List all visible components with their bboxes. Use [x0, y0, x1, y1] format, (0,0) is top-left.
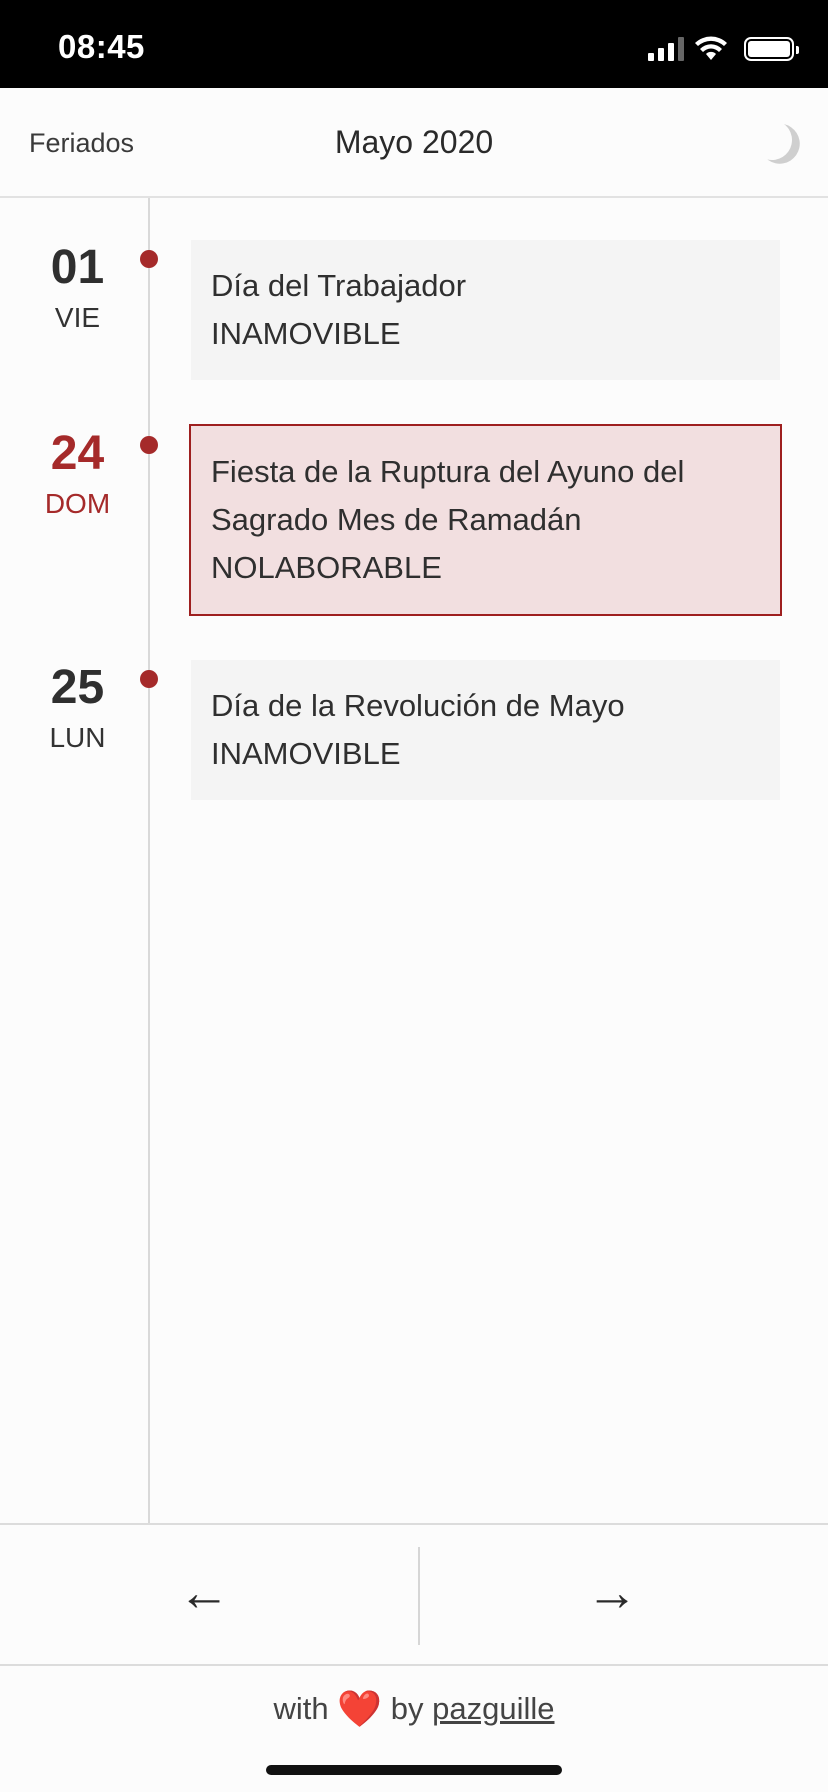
holiday-card-3[interactable]: Día de la Revolución de Mayo INAMOVIBLE	[191, 660, 780, 800]
status-time: 08:45	[58, 28, 145, 65]
timeline-dot	[140, 670, 158, 688]
heart-icon: ❤️	[337, 1688, 383, 1729]
month-navigation: ← →	[0, 1523, 828, 1666]
status-icons	[648, 36, 799, 62]
holiday-type: INAMOVIBLE	[211, 736, 401, 771]
holiday-date-2: 24 DOM	[0, 430, 155, 520]
holiday-type: NOLABORABLE	[211, 550, 442, 585]
previous-month-button[interactable]: ←	[178, 1563, 230, 1623]
holiday-name: Fiesta de la Ruptura del Ayuno del Sagra…	[211, 454, 685, 537]
footer-credit: with ❤️ by pazguille	[0, 1688, 828, 1730]
credit-with: with	[273, 1691, 329, 1726]
weekday-label: LUN	[49, 722, 106, 753]
holiday-name: Día de la Revolución de Mayo	[211, 688, 625, 723]
holiday-card-2[interactable]: Fiesta de la Ruptura del Ayuno del Sagra…	[189, 424, 782, 616]
weekday-label: VIE	[54, 302, 101, 333]
author-link[interactable]: pazguille	[432, 1691, 554, 1726]
battery-icon	[744, 37, 799, 61]
credit-by: by	[390, 1691, 424, 1726]
app-header: Feriados Mayo 2020	[0, 88, 828, 198]
weekday-label: DOM	[44, 488, 111, 519]
day-number: 01	[50, 241, 105, 294]
home-indicator[interactable]	[266, 1765, 562, 1775]
day-number: 24	[50, 427, 105, 480]
timeline-line	[148, 198, 150, 1523]
day-number: 25	[50, 661, 105, 714]
holiday-date-3: 25 LUN	[0, 664, 155, 754]
month-title: Mayo 2020	[334, 124, 494, 160]
holiday-date-1: 01 VIE	[0, 244, 155, 334]
holiday-name: Día del Trabajador	[211, 268, 467, 303]
timeline-dot	[140, 436, 158, 454]
timeline-dot	[140, 250, 158, 268]
nav-divider	[418, 1547, 420, 1645]
status-bar: 08:45	[0, 0, 828, 88]
wifi-icon	[695, 36, 727, 60]
holiday-type: INAMOVIBLE	[211, 316, 401, 351]
holiday-card-1[interactable]: Día del Trabajador INAMOVIBLE	[191, 240, 780, 380]
cellular-signal-icon	[648, 37, 684, 61]
next-month-button[interactable]: →	[586, 1563, 638, 1623]
